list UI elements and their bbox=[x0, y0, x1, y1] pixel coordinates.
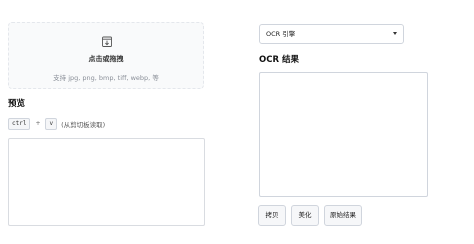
copy-button[interactable]: 拷贝 bbox=[258, 205, 286, 226]
kbd-ctrl: ctrl bbox=[8, 117, 31, 130]
raw-result-button[interactable]: 原始结果 bbox=[324, 205, 362, 226]
kbd-v: v bbox=[45, 117, 58, 130]
ocr-engine-select[interactable]: OCR 引擎 bbox=[259, 24, 404, 44]
ocr-engine-selected: OCR 引擎 bbox=[266, 30, 296, 38]
preview-area bbox=[8, 138, 205, 226]
upload-icon bbox=[102, 36, 112, 47]
ocr-result-title: OCR 结果 bbox=[259, 55, 299, 65]
kbd-plus: + bbox=[35, 120, 41, 127]
clipboard-hint: (从剪切板读取) bbox=[61, 120, 106, 129]
upload-dropzone[interactable]: 点击或拖拽 支持 jpg, png, bmp, tiff, webp, 等 bbox=[8, 22, 204, 89]
upload-hint: 支持 jpg, png, bmp, tiff, webp, 等 bbox=[53, 74, 159, 82]
paste-hotkey-hint: ctrl + v (从剪切板读取) bbox=[8, 117, 105, 130]
upload-title: 点击或拖拽 bbox=[88, 55, 124, 63]
ocr-result-textarea[interactable] bbox=[259, 72, 428, 197]
beautify-button[interactable]: 美化 bbox=[291, 205, 319, 226]
chevron-down-icon bbox=[393, 32, 397, 35]
preview-title: 预览 bbox=[8, 99, 26, 109]
